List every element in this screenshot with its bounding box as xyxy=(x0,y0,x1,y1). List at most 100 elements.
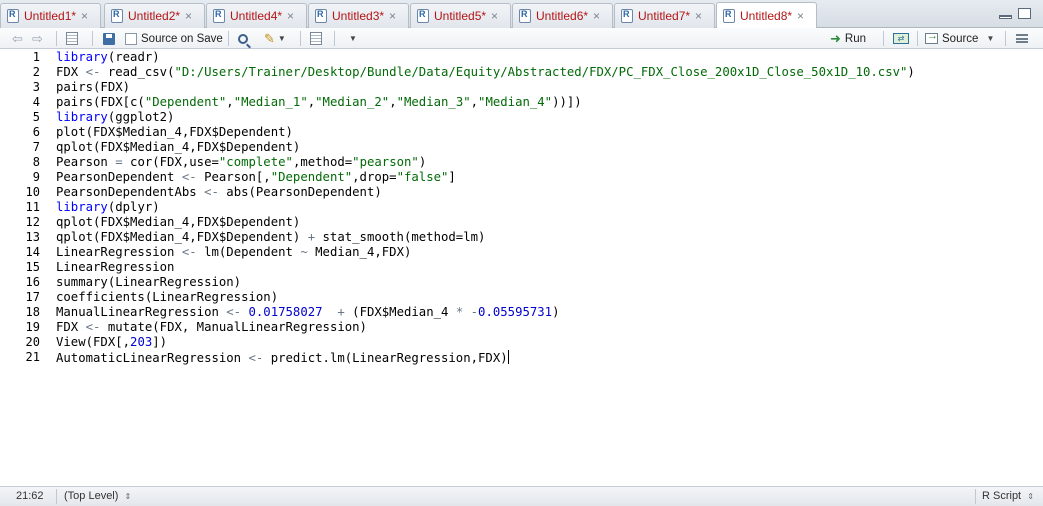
code-token: ,method= xyxy=(292,155,353,169)
editor-tab[interactable]: Untitled4* × xyxy=(206,3,307,28)
code-token: <- xyxy=(204,185,219,199)
tab-label: Untitled4* xyxy=(230,9,283,23)
code-token: "complete" xyxy=(218,155,293,169)
code-token: "Dependent" xyxy=(144,95,227,109)
scope-selector[interactable]: (Top Level) ⇕ xyxy=(64,487,131,506)
editor-tab[interactable]: Untitled1* × xyxy=(0,3,101,28)
toolbar-divider xyxy=(883,31,884,46)
code-token: "false" xyxy=(396,170,449,184)
toolbar-divider xyxy=(334,31,335,46)
r-file-icon xyxy=(111,9,123,23)
code-line[interactable]: FDX <- mutate(FDX, ManualLinearRegressio… xyxy=(56,320,1016,335)
code-tools-menu[interactable]: ✎ ▼ xyxy=(264,28,286,49)
outline-icon xyxy=(1016,34,1028,43)
source-icon xyxy=(925,30,938,44)
code-line[interactable]: LinearRegression <- lm(Dependent ~ Media… xyxy=(56,245,1016,260)
line-number: 12 xyxy=(25,215,40,229)
close-tab-icon[interactable]: × xyxy=(389,9,396,23)
code-token: "Median_2" xyxy=(315,95,390,109)
code-line[interactable]: summary(LinearRegression) xyxy=(56,275,1016,290)
code-token: ManualLinearRegression xyxy=(56,305,227,319)
code-line[interactable]: FDX <- read_csv("D:/Users/Trainer/Deskto… xyxy=(56,65,1016,80)
tab-label: Untitled2* xyxy=(128,9,181,23)
code-token: summary(LinearRegression) xyxy=(56,275,242,289)
editor-tab[interactable]: Untitled7* × xyxy=(614,3,715,28)
close-tab-icon[interactable]: × xyxy=(593,9,600,23)
notebook-icon xyxy=(310,32,322,45)
source-on-save-checkbox[interactable] xyxy=(125,32,137,45)
close-tab-icon[interactable]: × xyxy=(287,9,294,23)
code-line[interactable]: pairs(FDX[c("Dependent","Median_1","Medi… xyxy=(56,95,1016,110)
document-outline-button[interactable] xyxy=(1016,28,1028,49)
code-line[interactable]: Pearson = cor(FDX,use="complete",method=… xyxy=(56,155,1016,170)
code-line[interactable]: AutomaticLinearRegression <- predict.lm(… xyxy=(56,350,1016,365)
code-line[interactable]: qplot(FDX$Median_4,FDX$Dependent) xyxy=(56,140,1016,155)
code-token: ,drop= xyxy=(352,170,397,184)
code-token: lm(Dependent xyxy=(196,245,301,259)
line-number: 18 xyxy=(25,305,40,319)
code-token: Pearson[, xyxy=(196,170,271,184)
code-line[interactable]: library(dplyr) xyxy=(56,200,1016,215)
code-token: ) xyxy=(552,305,560,319)
code-line[interactable]: pairs(FDX) xyxy=(56,80,1016,95)
code-line[interactable]: coefficients(LinearRegression) xyxy=(56,290,1016,305)
code-line[interactable]: qplot(FDX$Median_4,FDX$Dependent) + stat… xyxy=(56,230,1016,245)
line-number: 11 xyxy=(25,200,40,214)
compile-report-button[interactable] xyxy=(310,28,322,49)
run-button[interactable]: ➜ Run xyxy=(830,28,866,49)
code-line[interactable]: library(ggplot2) xyxy=(56,110,1016,125)
code-line[interactable]: LinearRegression xyxy=(56,260,1016,275)
close-tab-icon[interactable]: × xyxy=(185,9,192,23)
editor-tab[interactable]: Untitled2* × xyxy=(104,3,205,28)
editor-tab[interactable]: Untitled3* × xyxy=(308,3,409,28)
tab-label: Untitled1* xyxy=(24,9,77,23)
rerun-button[interactable]: ⇄ xyxy=(893,28,909,49)
code-token: ] xyxy=(448,170,456,184)
toolbar-divider xyxy=(56,31,57,46)
close-tab-icon[interactable]: × xyxy=(491,9,498,23)
close-tab-icon[interactable]: × xyxy=(797,9,804,23)
back-button[interactable]: ⇦ xyxy=(12,28,23,49)
more-menu[interactable]: ▼ xyxy=(346,28,357,49)
code-line[interactable]: plot(FDX$Median_4,FDX$Dependent) xyxy=(56,125,1016,140)
source-on-save-toggle[interactable]: Source on Save xyxy=(125,28,223,49)
code-area[interactable]: library(readr) FDX <- read_csv("D:/Users/… xyxy=(56,49,1016,365)
code-token: read_csv( xyxy=(100,65,175,79)
popout-icon xyxy=(66,32,78,45)
close-tab-icon[interactable]: × xyxy=(81,9,88,23)
source-button[interactable]: Source ▼ xyxy=(925,28,994,49)
code-line[interactable]: PearsonDependentAbs <- abs(PearsonDepend… xyxy=(56,185,1016,200)
code-editor[interactable]: 1 2 3 4 5 6 7 8 9 10 11 12 13 14 15 16 17 18 19 20 21 librar… xyxy=(0,49,1043,486)
code-line[interactable]: library(readr) xyxy=(56,50,1016,65)
file-type-selector[interactable]: R Script ⇕ xyxy=(982,487,1034,506)
line-number: 9 xyxy=(32,170,40,184)
code-line[interactable]: qplot(FDX$Median_4,FDX$Dependent) xyxy=(56,215,1016,230)
line-number: 19 xyxy=(25,320,40,334)
editor-tab-bar: Untitled1*×Untitled2*×Untitled4*×Untitle… xyxy=(0,0,1043,29)
code-token: <- xyxy=(226,305,242,319)
editor-tab[interactable]: Untitled8* × xyxy=(716,2,817,29)
code-token: <- xyxy=(85,320,101,334)
line-number: 10 xyxy=(25,185,40,199)
close-tab-icon[interactable]: × xyxy=(695,9,702,23)
code-token: ))]) xyxy=(552,95,582,109)
code-line[interactable]: View(FDX[,203]) xyxy=(56,335,1016,350)
forward-button[interactable]: ⇨ xyxy=(32,28,43,49)
find-replace-button[interactable] xyxy=(238,28,248,49)
code-line[interactable]: PearsonDependent <- Pearson[,"Dependent"… xyxy=(56,170,1016,185)
code-token: 0.01758027 xyxy=(248,305,323,319)
code-token: coefficients(LinearRegression) xyxy=(56,290,279,304)
editor-tab[interactable]: Untitled6* × xyxy=(512,3,613,28)
show-in-window-button[interactable] xyxy=(66,28,78,49)
minimize-pane-icon[interactable] xyxy=(999,15,1012,19)
line-number: 16 xyxy=(25,275,40,289)
code-token: FDX xyxy=(56,65,86,79)
code-token: qplot(FDX$Median_4,FDX$Dependent) xyxy=(56,215,301,229)
code-token: mutate(FDX, ManualLinearRegression) xyxy=(100,320,367,334)
editor-tab[interactable]: Untitled5* × xyxy=(410,3,511,28)
maximize-pane-icon[interactable] xyxy=(1018,8,1031,19)
save-button[interactable] xyxy=(103,28,115,49)
code-line[interactable]: ManualLinearRegression <- 0.01758027 + (… xyxy=(56,305,1016,320)
chevron-down-icon[interactable]: ▼ xyxy=(986,34,994,43)
